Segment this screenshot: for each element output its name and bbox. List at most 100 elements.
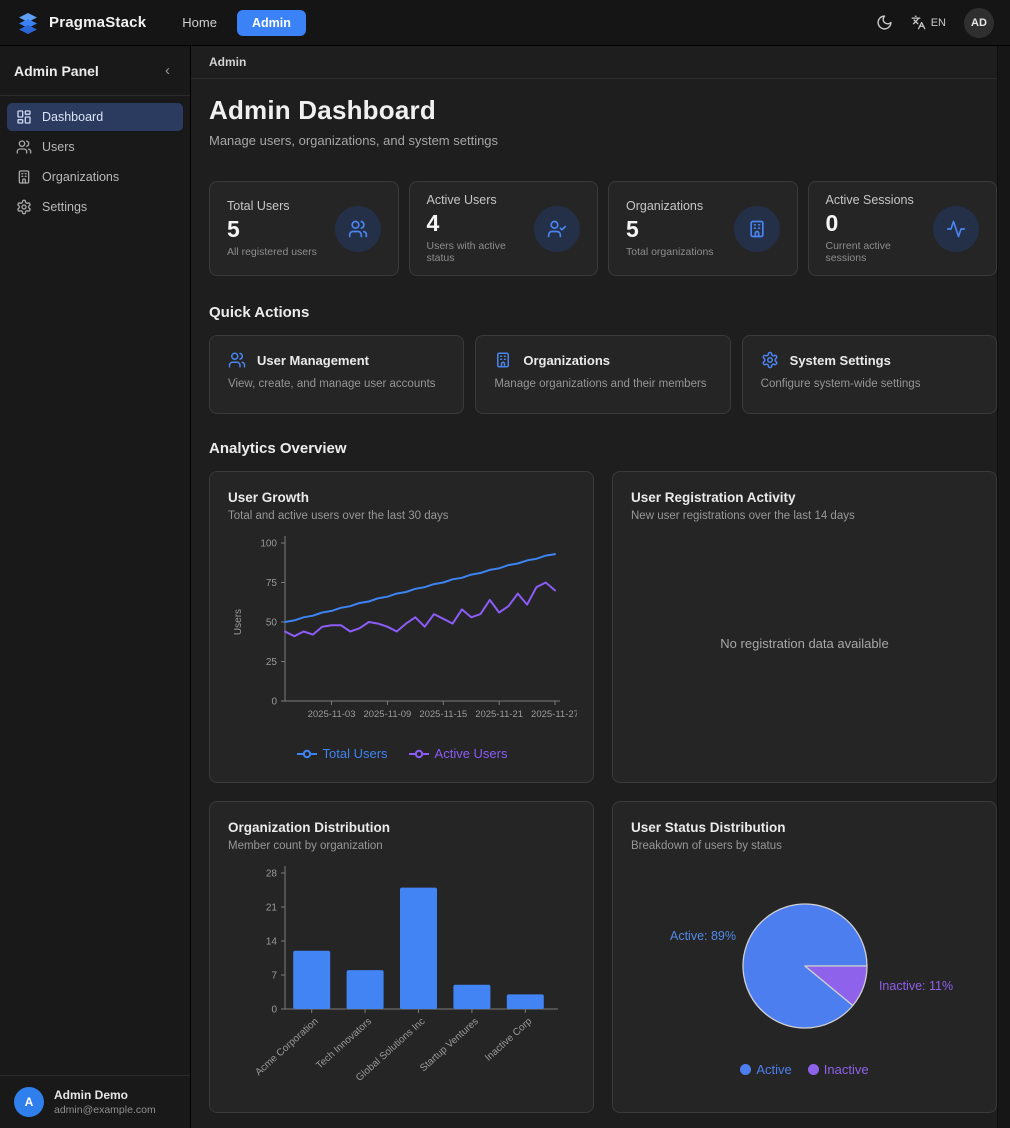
user-status-legend: Active Inactive: [631, 1062, 978, 1077]
vertical-scrollbar[interactable]: [997, 46, 1010, 1128]
stat-label: Active Users: [427, 193, 535, 207]
quick-action-description: Configure system-wide settings: [761, 378, 978, 390]
top-navbar: PragmaStack Home Admin EN AD: [0, 0, 1010, 46]
activity-icon: [933, 206, 979, 252]
user-check-icon: [534, 206, 580, 252]
svg-text:75: 75: [266, 578, 278, 589]
moon-icon: [876, 14, 893, 31]
svg-text:2025-11-09: 2025-11-09: [363, 709, 411, 720]
quick-actions-grid: User Management View, create, and manage…: [209, 335, 997, 414]
no-data-message: No registration data available: [631, 522, 978, 764]
svg-text:Active: 89%: Active: 89%: [670, 929, 736, 943]
svg-text:Inactive: 11%: Inactive: 11%: [879, 979, 953, 993]
sidebar-item-label: Organizations: [42, 170, 119, 184]
nav-links: Home Admin: [172, 10, 306, 36]
stat-card-active-sessions: Active Sessions 0 Current active session…: [808, 181, 998, 276]
svg-text:2025-11-21: 2025-11-21: [475, 709, 523, 720]
svg-text:21: 21: [266, 903, 278, 914]
stats-grid: Total Users 5 All registered users Activ…: [209, 181, 997, 276]
language-switcher[interactable]: EN: [911, 15, 946, 30]
users-icon: [16, 139, 32, 155]
stat-label: Total Users: [227, 199, 317, 213]
sidebar-item-organizations[interactable]: Organizations: [7, 163, 183, 191]
sidebar-user-profile[interactable]: A Admin Demo admin@example.com: [0, 1075, 190, 1128]
dark-mode-toggle[interactable]: [876, 14, 893, 31]
brand-name: PragmaStack: [49, 14, 146, 31]
stat-value: 5: [227, 216, 317, 243]
sidebar-item-dashboard[interactable]: Dashboard: [7, 103, 183, 131]
building-icon: [16, 169, 32, 185]
sidebar-collapse-button[interactable]: ‹: [159, 60, 176, 81]
quick-action-system-settings[interactable]: System Settings Configure system-wide se…: [742, 335, 997, 414]
legend-item: Total Users: [296, 746, 388, 761]
quick-action-title: System Settings: [790, 353, 891, 368]
user-status-card: User Status Distribution Breakdown of us…: [612, 801, 997, 1113]
chart-subtitle: Total and active users over the last 30 …: [228, 510, 575, 522]
stat-card-active-users: Active Users 4 Users with active status: [409, 181, 599, 276]
svg-text:0: 0: [271, 697, 277, 708]
org-distribution-plot: 07142128Acme CorporationTech InnovatorsG…: [228, 860, 577, 1086]
svg-text:14: 14: [266, 937, 278, 948]
brand[interactable]: PragmaStack: [16, 11, 146, 35]
dashboard-icon: [16, 109, 32, 125]
quick-actions-heading: Quick Actions: [209, 304, 997, 321]
legend-item: Active Users: [408, 746, 508, 761]
stat-card-organizations: Organizations 5 Total organizations: [608, 181, 798, 276]
quick-action-description: View, create, and manage user accounts: [228, 378, 445, 390]
stat-value: 0: [826, 210, 934, 237]
page-subtitle: Manage users, organizations, and system …: [209, 133, 997, 148]
users-icon: [228, 351, 246, 369]
svg-text:2025-11-03: 2025-11-03: [308, 709, 356, 720]
nav-link-admin[interactable]: Admin: [237, 10, 306, 36]
page-title: Admin Dashboard: [209, 95, 997, 126]
quick-action-title: Organizations: [523, 353, 610, 368]
svg-text:25: 25: [266, 657, 278, 668]
breadcrumb[interactable]: Admin: [209, 55, 246, 69]
legend-item: Active: [740, 1062, 791, 1077]
user-avatar[interactable]: AD: [964, 8, 994, 38]
stat-value: 5: [626, 216, 714, 243]
quick-action-title: User Management: [257, 353, 369, 368]
avatar: A: [14, 1087, 44, 1117]
nav-link-home[interactable]: Home: [172, 10, 227, 35]
svg-text:Startup Ventures: Startup Ventures: [418, 1016, 481, 1074]
analytics-grid: User Growth Total and active users over …: [209, 471, 997, 1128]
sidebar-user-email: admin@example.com: [54, 1104, 156, 1116]
org-distribution-card: Organization Distribution Member count b…: [209, 801, 594, 1113]
stat-description: All registered users: [227, 246, 317, 258]
svg-text:100: 100: [260, 539, 277, 550]
users-icon: [335, 206, 381, 252]
main-content: Admin Admin Dashboard Manage users, orga…: [191, 46, 997, 1128]
stat-description: Users with active status: [427, 240, 535, 264]
user-growth-plot: 0 25 50 75 100 2025-11-03 2025-11-09 2025-11-15…: [228, 530, 577, 728]
registration-activity-card: User Registration Activity New user regi…: [612, 471, 997, 783]
stat-label: Organizations: [626, 199, 714, 213]
sidebar-user-name: Admin Demo: [54, 1088, 156, 1102]
user-growth-legend: Total Users Active Users: [228, 746, 575, 761]
chart-subtitle: Breakdown of users by status: [631, 840, 978, 852]
svg-text:2025-11-15: 2025-11-15: [419, 709, 467, 720]
chart-title: User Growth: [228, 490, 575, 505]
sidebar-item-label: Settings: [42, 200, 87, 214]
legend-item: Inactive: [808, 1062, 869, 1077]
sidebar-item-label: Dashboard: [42, 110, 103, 124]
chart-title: User Registration Activity: [631, 490, 978, 505]
languages-icon: [911, 15, 926, 30]
svg-text:2025-11-27: 2025-11-27: [531, 709, 577, 720]
quick-action-description: Manage organizations and their members: [494, 378, 711, 390]
sidebar-item-settings[interactable]: Settings: [7, 193, 183, 221]
gear-icon: [16, 199, 32, 215]
building-icon: [494, 351, 512, 369]
user-status-plot: Active: 89% Inactive: 11%: [631, 860, 980, 1038]
quick-action-organizations[interactable]: Organizations Manage organizations and t…: [475, 335, 730, 414]
svg-text:50: 50: [266, 618, 278, 629]
stat-description: Current active sessions: [826, 240, 934, 264]
sidebar-item-label: Users: [42, 140, 75, 154]
stat-description: Total organizations: [626, 246, 714, 258]
analytics-heading: Analytics Overview: [209, 440, 997, 457]
chart-subtitle: New user registrations over the last 14 …: [631, 510, 978, 522]
quick-action-user-management[interactable]: User Management View, create, and manage…: [209, 335, 464, 414]
gear-icon: [761, 351, 779, 369]
sidebar-item-users[interactable]: Users: [7, 133, 183, 161]
sidebar-title: Admin Panel: [14, 63, 99, 79]
